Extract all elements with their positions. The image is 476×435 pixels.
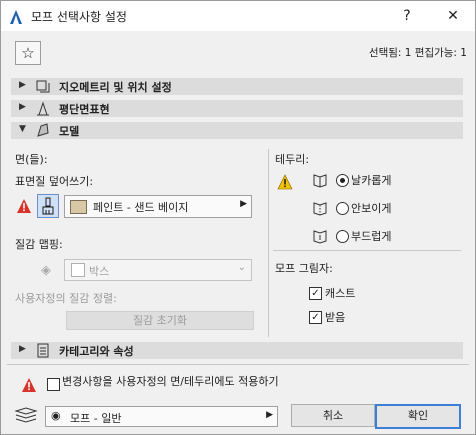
expand-arrow-icon: ▶ xyxy=(19,80,26,90)
floor-plan-icon xyxy=(37,101,49,116)
edge-sharp-radio[interactable] xyxy=(336,174,349,187)
texture-mapping-icon: ◈ xyxy=(41,263,51,278)
layer-select[interactable]: ◉ 모프 - 일반 ▶ xyxy=(45,406,278,427)
geometry-icon xyxy=(36,80,50,93)
shadow-divider xyxy=(273,250,461,251)
section-floor-plan-label: 평단면표현 xyxy=(59,103,110,116)
override-toggle-button[interactable] xyxy=(37,194,59,218)
radio-selected-dot xyxy=(340,178,345,183)
chevron-right-icon: ▶ xyxy=(266,410,273,420)
edges-label: 테두리: xyxy=(275,153,310,166)
warning-red-icon xyxy=(17,199,31,213)
layer-value: 모프 - 일반 xyxy=(70,412,122,425)
section-geometry-label: 지오메트리 및 위치 설정 xyxy=(59,81,172,94)
faces-label: 면(들): xyxy=(15,153,48,166)
star-icon: ☆ xyxy=(21,44,35,62)
custom-align-label: 사용자정의 질감 정렬: xyxy=(15,292,117,305)
footer-divider xyxy=(7,364,469,365)
surface-select[interactable]: 페인트 - 샌드 베이지 ▶ xyxy=(64,195,252,218)
dialog-window: 모프 선택사항 설정 ? ✕ ☆ 선택됨: 1 편집가능: 1 ▶ 지오메트리 … xyxy=(0,0,476,435)
reset-texture-button[interactable]: 질감 초기화 xyxy=(66,311,254,330)
edge-hidden-radio[interactable] xyxy=(336,202,349,215)
box-icon xyxy=(71,263,85,277)
chevron-right-icon: ▶ xyxy=(240,199,247,209)
layers-icon xyxy=(14,407,38,423)
warning-red-icon xyxy=(22,378,36,392)
apply-custom-label: 변경사항을 사용자정의 면/테두리에도 적용하기 xyxy=(62,375,279,388)
override-label: 표면질 덮어쓰기: xyxy=(15,175,94,188)
sharp-edges-icon xyxy=(313,174,327,188)
smooth-edges-icon xyxy=(313,230,327,244)
section-floor-plan[interactable]: ▶ 평단면표현 xyxy=(11,100,463,117)
favorites-button[interactable]: ☆ xyxy=(15,41,41,65)
category-icon xyxy=(37,343,49,358)
edge-smooth-label: 부드럽게 xyxy=(351,230,392,243)
eye-icon: ◉ xyxy=(51,409,61,422)
column-divider xyxy=(268,149,269,337)
texture-mapping-label: 질감 맵핑: xyxy=(15,238,63,251)
texture-mapping-value: 박스 xyxy=(89,265,110,278)
texture-mapping-select[interactable]: 박스 ⌄ xyxy=(64,259,252,281)
expand-arrow-icon: ▶ xyxy=(19,102,26,112)
chevron-down-icon: ⌄ xyxy=(237,262,246,273)
edge-sharp-label: 날카롭게 xyxy=(351,174,392,187)
edge-smooth-radio[interactable] xyxy=(336,230,349,243)
apply-custom-checkbox[interactable] xyxy=(47,378,60,391)
section-category[interactable]: ▶ 카테고리와 속성 xyxy=(11,342,463,359)
expand-arrow-icon: ▶ xyxy=(19,344,26,354)
warning-icon xyxy=(277,174,293,190)
cancel-button[interactable]: 취소 xyxy=(291,404,375,427)
shadow-label: 모프 그림자: xyxy=(275,262,333,275)
selection-status: 선택됨: 1 편집가능: 1 xyxy=(368,47,467,59)
section-model-label: 모델 xyxy=(59,125,80,138)
surface-value: 페인트 - 샌드 베이지 xyxy=(93,201,189,214)
ok-button[interactable]: 확인 xyxy=(375,404,461,429)
collapse-arrow-icon: ▼ xyxy=(19,124,26,134)
surface-swatch xyxy=(70,200,87,214)
receive-shadow-label: 받음 xyxy=(325,311,346,324)
section-geometry[interactable]: ▶ 지오메트리 및 위치 설정 xyxy=(11,78,463,95)
section-category-label: 카테고리와 속성 xyxy=(59,345,134,358)
window-title: 모프 선택사항 설정 xyxy=(31,10,127,24)
archicad-icon xyxy=(10,10,22,24)
hidden-edges-icon xyxy=(313,202,327,216)
model-icon xyxy=(37,123,49,137)
close-button[interactable]: ✕ xyxy=(441,5,465,27)
section-model[interactable]: ▼ 모델 xyxy=(11,122,463,139)
title-bar: 모프 선택사항 설정 ? ✕ xyxy=(1,1,475,31)
cast-shadow-label: 캐스트 xyxy=(325,287,356,300)
help-button[interactable]: ? xyxy=(395,5,419,27)
cast-shadow-checkbox[interactable]: ✓ xyxy=(309,287,322,300)
paint-brush-icon xyxy=(42,197,54,215)
edge-hidden-label: 안보이게 xyxy=(351,202,392,215)
receive-shadow-checkbox[interactable]: ✓ xyxy=(309,311,322,324)
